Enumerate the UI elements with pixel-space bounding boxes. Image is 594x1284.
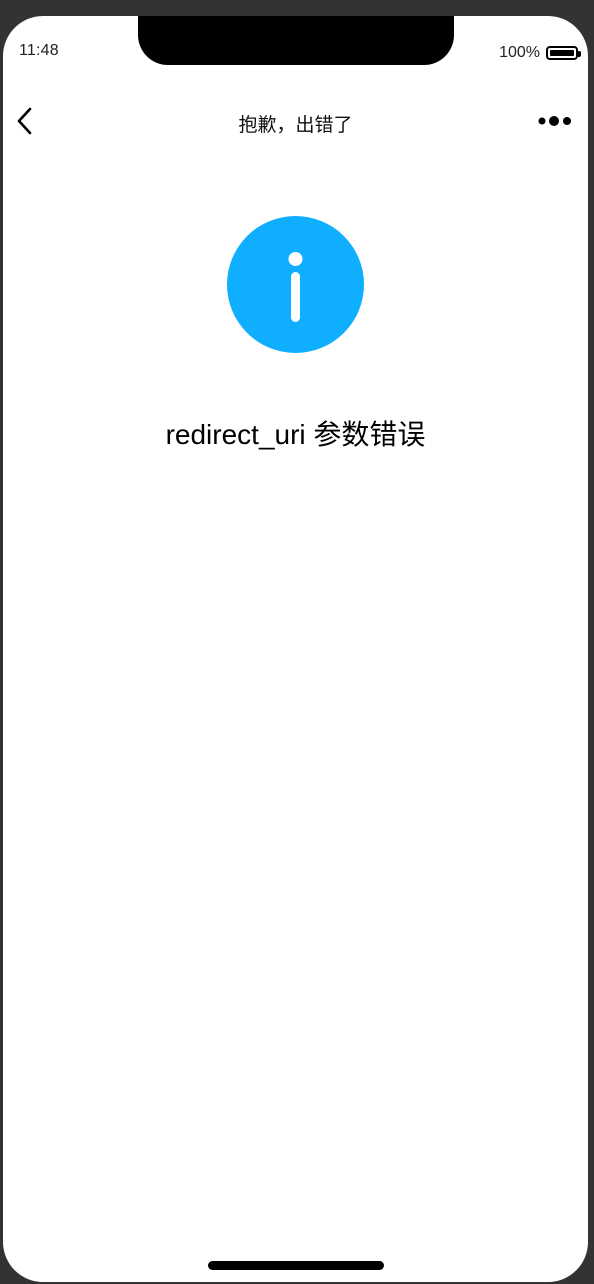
battery-fill: [550, 50, 574, 56]
page-title: 抱歉，出错了: [238, 115, 353, 136]
more-button[interactable]: [538, 112, 574, 130]
battery-icon: [546, 46, 581, 60]
notch: [138, 16, 454, 65]
phone-screen: 11:48 100% 抱歉，出错了 redirect_uri 参数错误: [3, 16, 588, 1282]
battery-percent: 100%: [499, 44, 540, 61]
error-message: redirect_uri 参数错误: [165, 419, 426, 450]
info-circle-icon: [227, 216, 364, 353]
home-indicator[interactable]: [208, 1261, 384, 1270]
more-dots-icon: [538, 116, 571, 126]
status-battery-group: 100%: [499, 44, 581, 62]
battery-tip: [578, 51, 581, 57]
navigation-bar: 抱歉，出错了: [3, 96, 588, 146]
status-time: 11:48: [19, 42, 59, 59]
